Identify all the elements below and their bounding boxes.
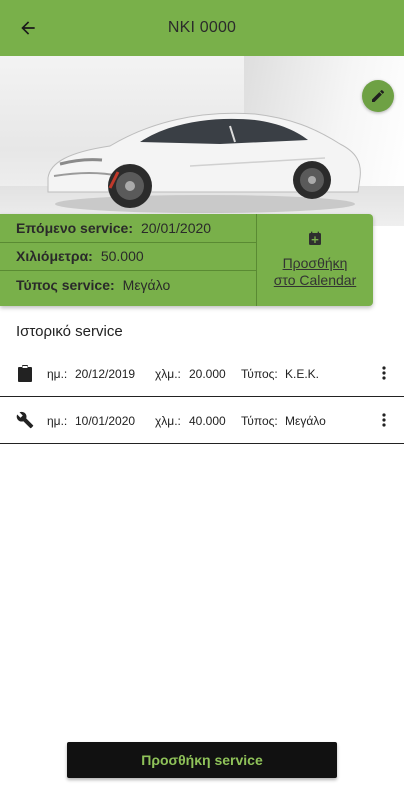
history-date: 20/12/2019 [75, 367, 136, 381]
next-service-type-label: Τύπος service: [16, 277, 115, 294]
history-date: 10/01/2020 [75, 414, 136, 428]
add-service-button[interactable]: Προσθήκη service [67, 742, 337, 778]
list-item[interactable]: ημ.: 20/12/2019 χλμ.: 20.000 Τύπος: Κ.Ε.… [0, 350, 404, 397]
history-type: Μεγάλο [285, 414, 326, 428]
pencil-icon [372, 89, 385, 102]
arrow-back-icon [21, 21, 35, 35]
next-service-date-row: Επόμενο service: 20/01/2020 [0, 214, 256, 243]
list-item[interactable]: ημ.: 10/01/2020 χλμ.: 40.000 Τύπος: Μεγά… [0, 397, 404, 444]
next-service-date-label: Επόμενο service: [16, 219, 133, 236]
history-km: 20.000 [189, 367, 226, 381]
history-title: Ιστορικό service [16, 323, 123, 340]
add-to-calendar-button[interactable]: Προσθήκη στο Calendar [257, 214, 373, 306]
page-title: NKI 0000 [167, 19, 237, 36]
next-service-card: Επόμενο service: 20/01/2020 Χιλιόμετρα: … [0, 214, 373, 306]
clipboard-icon [16, 364, 34, 382]
more-vert-icon[interactable] [378, 409, 390, 431]
next-service-date-value: 20/01/2020 [140, 219, 212, 236]
calendar-link-line1: Προσθήκη [282, 255, 348, 271]
history-km-label: χλμ.: [155, 414, 181, 428]
history-date-label: ημ.: [47, 414, 68, 428]
edit-button[interactable] [362, 80, 394, 112]
next-service-km-value: 50.000 [100, 248, 144, 265]
history-km-label: χλμ.: [155, 367, 181, 381]
app-bar: NKI 0000 [0, 0, 404, 56]
wrench-icon [16, 411, 34, 429]
history-date-label: ημ.: [47, 367, 68, 381]
history-type-label: Τύπος: [241, 367, 278, 381]
history-km: 40.000 [189, 414, 226, 428]
calendar-link-line2: στο Calendar [273, 272, 357, 288]
back-button[interactable] [12, 12, 44, 44]
calendar-plus-icon [309, 231, 321, 245]
next-service-type-row: Τύπος service: Μεγάλο [0, 271, 256, 300]
car-image [0, 56, 404, 226]
more-vert-icon[interactable] [378, 362, 390, 384]
history-type-label: Τύπος: [241, 414, 278, 428]
history-type: Κ.Ε.Κ. [285, 367, 320, 381]
next-service-km-row: Χιλιόμετρα: 50.000 [0, 243, 256, 272]
next-service-type-value: Μεγάλο [122, 277, 171, 294]
next-service-km-label: Χιλιόμετρα: [16, 248, 93, 265]
history-list: ημ.: 20/12/2019 χλμ.: 20.000 Τύπος: Κ.Ε.… [0, 350, 404, 444]
